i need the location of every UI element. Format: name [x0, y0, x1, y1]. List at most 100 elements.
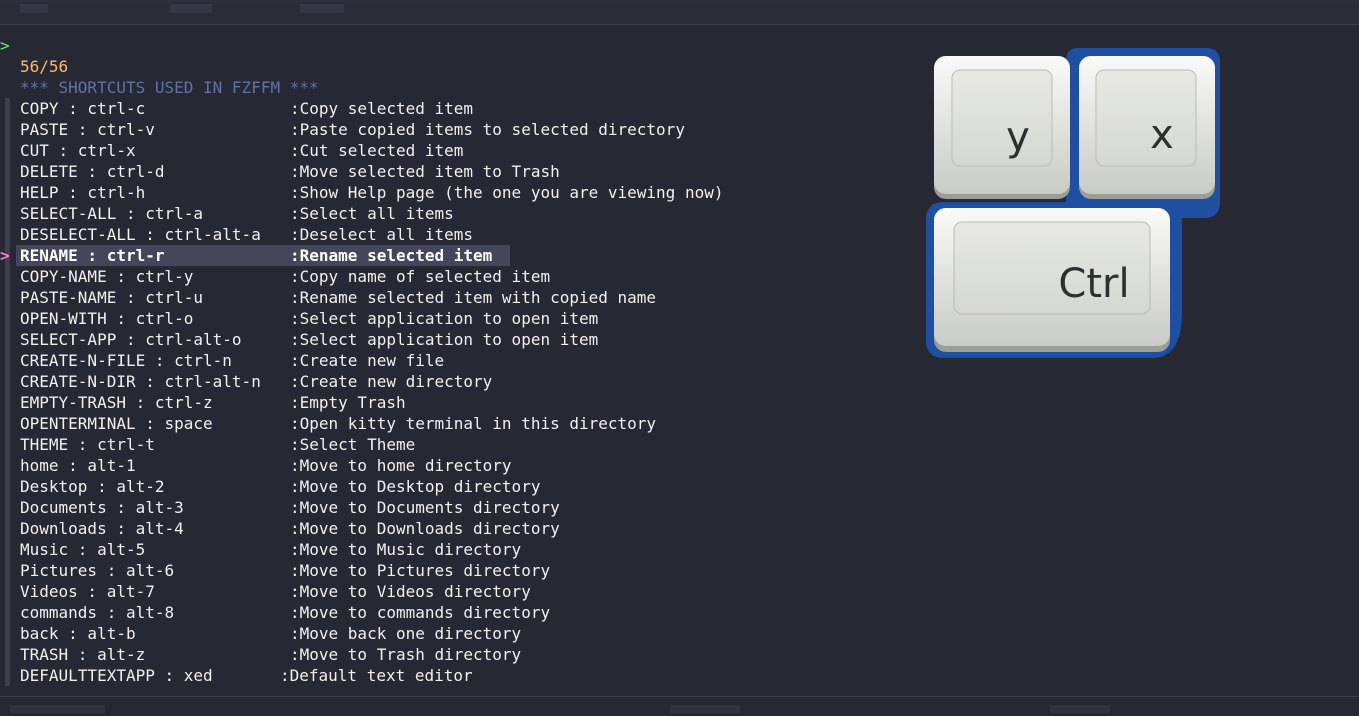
shortcut-row[interactable]: DEFAULTTEXTAPP : xed :Default text editor [0, 665, 900, 686]
shortcut-row[interactable]: commands : alt-8 :Move to commands direct… [0, 602, 900, 623]
shortcut-key: Videos : alt-7 [20, 582, 155, 601]
shortcut-list: COPY : ctrl-c:Copy selected item PASTE : … [0, 98, 900, 686]
key-y-label: y [1006, 114, 1030, 160]
shortcut-description: :Move to Music directory [290, 540, 522, 559]
status-fragment [670, 705, 740, 713]
shortcut-row[interactable]: CREATE-N-DIR : ctrl-alt-n :Create new dir… [0, 371, 900, 392]
shortcut-key: CREATE-N-DIR : ctrl-alt-n [20, 372, 261, 391]
shortcut-row[interactable]: COPY : ctrl-c :Copy selected item [0, 98, 900, 119]
terminal-tab-bar [0, 0, 1359, 25]
tab-fragment[interactable] [300, 4, 344, 13]
shortcut-row[interactable]: CREATE-N-FILE : ctrl-n:Create new file [0, 350, 900, 371]
shortcut-key: DEFAULTTEXTAPP : xed [20, 666, 213, 685]
key-x-label: x [1150, 112, 1174, 158]
shortcut-row[interactable]: OPENTERMINAL : space :Open kitty terminal… [0, 413, 900, 434]
shortcut-key: CUT : ctrl-x [20, 141, 136, 160]
key-ctrl-icon: Ctrl [934, 208, 1170, 352]
tab-bar-accent [0, 0, 1359, 2]
key-ctrl-label: Ctrl [1058, 261, 1129, 307]
shortcut-key: Pictures : alt-6 [20, 561, 175, 580]
shortcut-description: :Copy selected item [290, 99, 474, 118]
terminal-status-bar [0, 696, 1359, 716]
shortcut-description: :Move to Videos directory [290, 582, 531, 601]
shortcut-row[interactable]: Downloads : alt-4 :Move to Downloads dire… [0, 518, 900, 539]
shortcut-description: :Empty Trash [290, 393, 406, 412]
shortcut-row-selected[interactable]: > RENAME : ctrl-r:Rename selected item [0, 245, 900, 266]
shortcut-key: SELECT-ALL : ctrl-a [20, 204, 204, 223]
shortcut-row[interactable]: DESELECT-ALL : ctrl-alt-a:Deselect all i… [0, 224, 900, 245]
shortcut-key: DELETE : ctrl-d [20, 162, 165, 181]
tab-fragment[interactable] [170, 4, 212, 13]
shortcut-row[interactable]: THEME : ctrl-t :Select Theme [0, 434, 900, 455]
shortcut-row[interactable]: Music : alt-5 :Move to Music directory [0, 539, 900, 560]
shortcut-key: TRASH : alt-z [20, 645, 146, 664]
keyboard-shortcut-keys-image: y x Ctrl [926, 48, 1220, 358]
shortcut-description: :Move to Pictures directory [290, 561, 551, 580]
shortcut-description: :Rename selected item with copied name [290, 288, 657, 307]
shortcut-row[interactable]: HELP : ctrl-h :Show Help page (the one yo… [0, 182, 900, 203]
shortcut-description: :Select application to open item [290, 330, 599, 349]
shortcut-key: COPY-NAME : ctrl-y [20, 267, 194, 286]
tab-fragment[interactable] [20, 4, 48, 13]
shortcut-row[interactable]: SELECT-APP : ctrl-alt-o :Select applicati… [0, 329, 900, 350]
shortcut-key: SELECT-APP : ctrl-alt-o [20, 330, 242, 349]
shortcut-description: :Deselect all items [290, 225, 474, 244]
shortcut-description: :Select Theme [290, 435, 416, 454]
shortcut-description: :Select application to open item [290, 309, 599, 328]
shortcut-description: :Create new file [290, 351, 445, 370]
shortcut-description: :Paste copied items to selected director… [290, 120, 685, 139]
key-y-icon: y [934, 56, 1070, 199]
shortcut-description: :Move to Downloads directory [290, 519, 560, 538]
key-x-icon: x [1079, 56, 1215, 199]
shortcut-row[interactable]: TRASH : alt-z :Move to Trash directory [0, 644, 900, 665]
status-fragment [1050, 705, 1110, 713]
shortcut-key: Music : alt-5 [20, 540, 146, 559]
shortcut-row[interactable]: PASTE : ctrl-v :Paste copied items to sel… [0, 119, 900, 140]
shortcut-key: PASTE-NAME : ctrl-u [20, 288, 204, 307]
shortcut-key: home : alt-1 [20, 456, 136, 475]
shortcut-row[interactable]: SELECT-ALL : ctrl-a :Select all items [0, 203, 900, 224]
shortcut-row[interactable]: Videos : alt-7 :Move to Videos directory [0, 581, 900, 602]
shortcut-key: OPEN-WITH : ctrl-o [20, 309, 194, 328]
shortcut-description: :Move to home directory [290, 456, 512, 475]
shortcut-row[interactable]: OPEN-WITH : ctrl-o :Select application to… [0, 308, 900, 329]
shortcut-row[interactable]: EMPTY-TRASH : ctrl-z :Empty Trash [0, 392, 900, 413]
shortcut-row[interactable]: DELETE : ctrl-d :Move selected item to Tr… [0, 161, 900, 182]
shortcut-description: :Default text editor [280, 666, 473, 685]
shortcut-description: :Cut selected item [290, 141, 464, 160]
shortcut-key: commands : alt-8 [20, 603, 175, 622]
shortcut-description: :Show Help page (the one you are viewing… [290, 183, 724, 202]
shortcut-description: :Move to Documents directory [290, 498, 560, 517]
shortcut-row[interactable]: CUT : ctrl-x :Cut selected item [0, 140, 900, 161]
shortcut-description: :Select all items [290, 204, 454, 223]
shortcut-key: PASTE : ctrl-v [20, 120, 155, 139]
shortcut-description: :Move selected item to Trash [290, 162, 560, 181]
shortcut-key: Documents : alt-3 [20, 498, 184, 517]
shortcuts-header: *** SHORTCUTS USED IN FZFFM *** [20, 78, 319, 97]
shortcut-row[interactable]: COPY-NAME : ctrl-y :Copy name of selected… [0, 266, 900, 287]
shortcut-key: Downloads : alt-4 [20, 519, 184, 538]
shortcut-key: OPENTERMINAL : space [20, 414, 213, 433]
shortcut-description: :Open kitty terminal in this directory [290, 414, 657, 433]
shortcut-description: :Create new directory [290, 372, 493, 391]
shortcut-key: EMPTY-TRASH : ctrl-z [20, 393, 213, 412]
shortcut-row[interactable]: PASTE-NAME : ctrl-u :Rename selected item… [0, 287, 900, 308]
shortcut-key: HELP : ctrl-h [20, 183, 146, 202]
shortcut-description: :Move to Desktop directory [290, 477, 541, 496]
shortcut-row[interactable]: Documents : alt-3 :Move to Documents dire… [0, 497, 900, 518]
shortcut-row[interactable]: Pictures : alt-6 :Move to Pictures direct… [0, 560, 900, 581]
shortcut-row[interactable]: back : alt-b:Move back one directory [0, 623, 900, 644]
match-counter: 56/56 [20, 57, 69, 76]
shortcut-key: THEME : ctrl-t [20, 435, 155, 454]
fzf-prompt[interactable]: > [0, 35, 10, 56]
shortcut-key: COPY : ctrl-c [20, 99, 146, 118]
shortcut-description: :Rename selected item [290, 246, 493, 265]
shortcut-row[interactable]: Desktop : alt-2 :Move to Desktop director… [0, 476, 900, 497]
shortcut-description: :Move to Trash directory [290, 645, 522, 664]
shortcut-key: Desktop : alt-2 [20, 477, 165, 496]
shortcut-row[interactable]: home : alt-1 :Move to home directory [0, 455, 900, 476]
shortcut-description: :Move to commands directory [290, 603, 551, 622]
shortcut-key: back : alt-b [20, 624, 136, 643]
shortcut-key: RENAME : ctrl-r [20, 246, 165, 265]
shortcut-description: :Copy name of selected item [290, 267, 551, 286]
